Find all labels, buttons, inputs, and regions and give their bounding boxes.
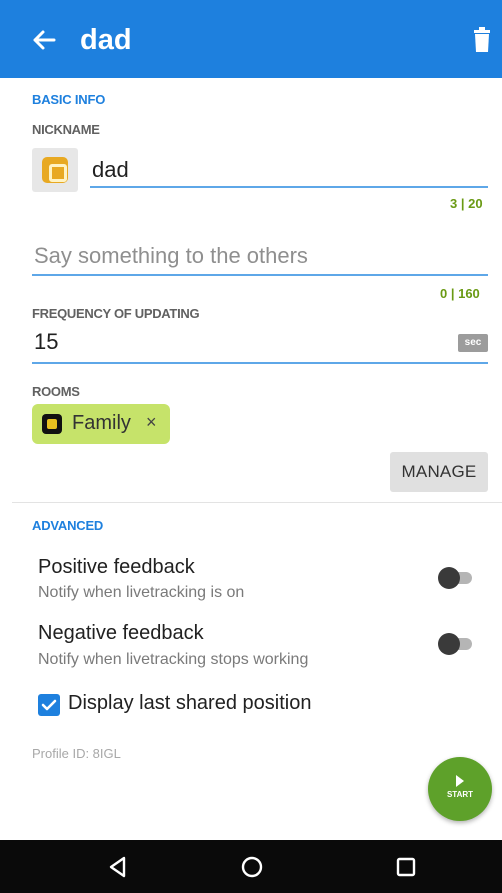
start-label: START	[446, 790, 474, 799]
positive-feedback-toggle[interactable]	[438, 566, 474, 590]
chip-close-icon[interactable]: ×	[146, 412, 157, 433]
room-icon	[42, 414, 62, 434]
circle-home-icon	[241, 856, 263, 878]
avatar-icon-button[interactable]	[32, 148, 78, 192]
advanced-heading: ADVANCED	[32, 518, 104, 533]
basic-info-heading: BASIC INFO	[32, 92, 106, 107]
message-input[interactable]: Say something to the others	[34, 242, 308, 270]
square-recents-icon	[396, 857, 416, 877]
message-counter: 0 | 160	[440, 286, 480, 301]
toggle-thumb	[438, 633, 460, 655]
positive-feedback-title: Positive feedback	[38, 556, 195, 578]
trash-icon	[474, 27, 490, 52]
system-nav-bar	[0, 840, 502, 893]
nav-home-button[interactable]	[238, 853, 266, 881]
app-bar: dad	[0, 0, 502, 78]
display-last-label: Display last shared position	[68, 692, 312, 714]
delete-button[interactable]	[464, 22, 500, 58]
nickname-underline	[90, 186, 488, 188]
checkmark-icon	[41, 699, 57, 711]
negative-feedback-title: Negative feedback	[38, 622, 204, 644]
room-chip-family[interactable]: Family ×	[32, 404, 170, 444]
frequency-label: FREQUENCY OF UPDATING	[32, 306, 200, 321]
positive-feedback-subtitle: Notify when livetracking is on	[38, 584, 245, 601]
play-icon	[456, 775, 464, 787]
toggle-thumb	[438, 567, 460, 589]
message-underline	[32, 274, 488, 276]
arrow-left-icon	[33, 30, 56, 50]
avatar-icon	[42, 157, 68, 183]
frequency-input[interactable]: 15	[34, 328, 58, 356]
start-button[interactable]: START	[428, 757, 492, 821]
seconds-unit-badge: sec	[458, 334, 488, 352]
nickname-label: NICKNAME	[32, 122, 100, 137]
rooms-label: ROOMS	[32, 384, 80, 399]
profile-id: Profile ID: 8IGL	[32, 746, 121, 761]
page-title: dad	[80, 24, 132, 56]
negative-feedback-toggle[interactable]	[438, 632, 474, 656]
nickname-input[interactable]: dad	[92, 156, 129, 184]
display-last-checkbox[interactable]	[38, 694, 60, 716]
back-button[interactable]	[24, 20, 64, 60]
triangle-back-icon	[109, 856, 126, 878]
negative-feedback-subtitle: Notify when livetracking stops working	[38, 651, 309, 668]
nav-back-button[interactable]	[104, 853, 132, 881]
frequency-underline	[32, 362, 488, 364]
room-chip-label: Family	[72, 412, 131, 434]
manage-button[interactable]: MANAGE	[390, 452, 488, 492]
nav-recents-button[interactable]	[392, 853, 420, 881]
nickname-counter: 3 | 20	[450, 196, 483, 211]
section-divider	[12, 502, 502, 503]
